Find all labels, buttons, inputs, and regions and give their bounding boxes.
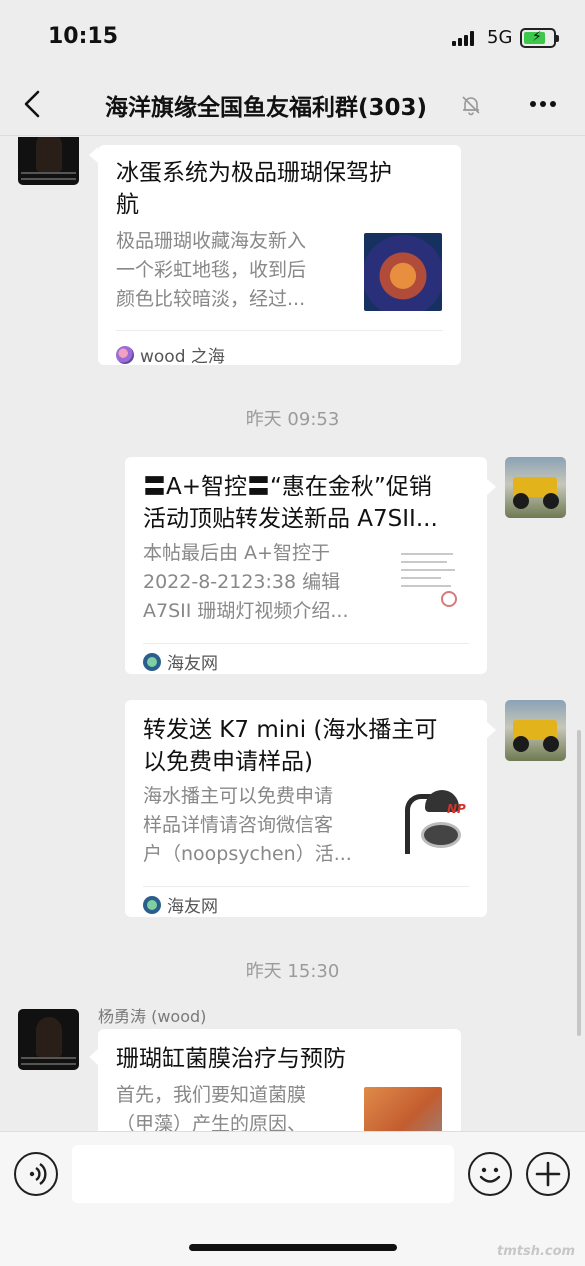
card-description: 海水播主可以免费申请 样品详情请咨询微信客 户（noopsychen）活... [143,785,352,865]
card-title: 转发送 K7 mini (海水播主可 以免费申请样品) [143,717,438,775]
card-title: 〓A+智控〓“惠在金秋”促销 活动顶贴转发送新品 A7SII... [143,474,438,532]
message-input[interactable] [72,1145,454,1203]
link-card[interactable]: 珊瑚缸菌膜治疗与预防 首先，我们要知道菌膜 （甲藻）产生的原因、 [98,1029,461,1131]
link-card[interactable]: 转发送 K7 mini (海水播主可 以免费申请样品) 海水播主可以免费申请 样品详… [125,700,487,917]
chat-area[interactable]: 冰蛋系统为极品珊瑚保驾护航 极品珊瑚收藏海友新入 一个彩虹地毯，收到后 颜色比较暗淡… [0,137,585,1131]
voice-icon [29,1163,47,1185]
message-timestamp: 昨天 09:53 [245,409,340,430]
card-source: wood 之海 [116,342,225,367]
message-timestamp: 昨天 15:30 [245,961,340,982]
nav-bar: 海洋旗缘全国鱼友福利群(303) [0,74,585,136]
avatar[interactable] [505,457,566,518]
source-avatar-icon [116,345,134,364]
scrollbar[interactable] [577,730,581,1036]
link-card[interactable]: 〓A+智控〓“惠在金秋”促销 活动顶贴转发送新品 A7SII... 本帖最后由 A… [125,457,487,674]
emoji-button[interactable] [468,1152,512,1196]
haiyou-logo-icon [143,895,161,914]
plus-icon [535,1161,561,1187]
signal-icon [452,31,478,46]
document-thumbnail [391,541,469,619]
avatar[interactable] [18,137,79,185]
card-title: 珊瑚缸菌膜治疗与预防 [116,1046,346,1072]
haiyou-logo-icon [143,652,161,671]
battery-icon: ⚡ [520,28,559,48]
status-time: 10:15 [48,24,119,49]
mute-bell-icon [460,94,482,116]
more-dots-icon [530,101,556,107]
emoji-icon [479,1167,501,1183]
watermark: tmtsh.com [497,1244,576,1259]
reef-thumbnail [364,1087,442,1131]
card-description: 极品珊瑚收藏海友新入 一个彩虹地毯，收到后 颜色比较暗淡，经过... [116,230,307,310]
card-description: 首先，我们要知道菌膜 （甲藻）产生的原因、 [116,1084,307,1131]
avatar[interactable] [18,1009,79,1070]
voice-button[interactable] [14,1152,58,1196]
chat-title: 海洋旗缘全国鱼友福利群(303) [105,95,428,121]
sender-name: 杨勇涛 (wood) [98,1007,207,1026]
coral-thumbnail [364,233,442,311]
home-indicator [189,1244,397,1251]
more-button[interactable] [528,92,558,116]
card-description: 本帖最后由 A+智控于 2022-8-2123:38 编辑 A7SII 珊瑚灯视频介… [143,542,349,622]
plus-button[interactable] [526,1152,570,1196]
link-card[interactable]: 冰蛋系统为极品珊瑚保驾护航 极品珊瑚收藏海友新入 一个彩虹地毯，收到后 颜色比较暗淡… [98,145,461,367]
card-source: 海友网 [143,649,218,674]
back-button[interactable] [18,88,50,120]
avatar[interactable] [505,700,566,761]
card-title: 冰蛋系统为极品珊瑚保驾护航 [116,160,392,218]
lamp-thumbnail: NP [395,782,473,860]
card-source: 海友网 [143,892,218,917]
network-label: 5G [487,27,513,48]
status-bar: 10:15 5G ⚡ [0,0,585,74]
chevron-left-icon [24,90,40,118]
charging-icon: ⚡ [532,29,542,45]
